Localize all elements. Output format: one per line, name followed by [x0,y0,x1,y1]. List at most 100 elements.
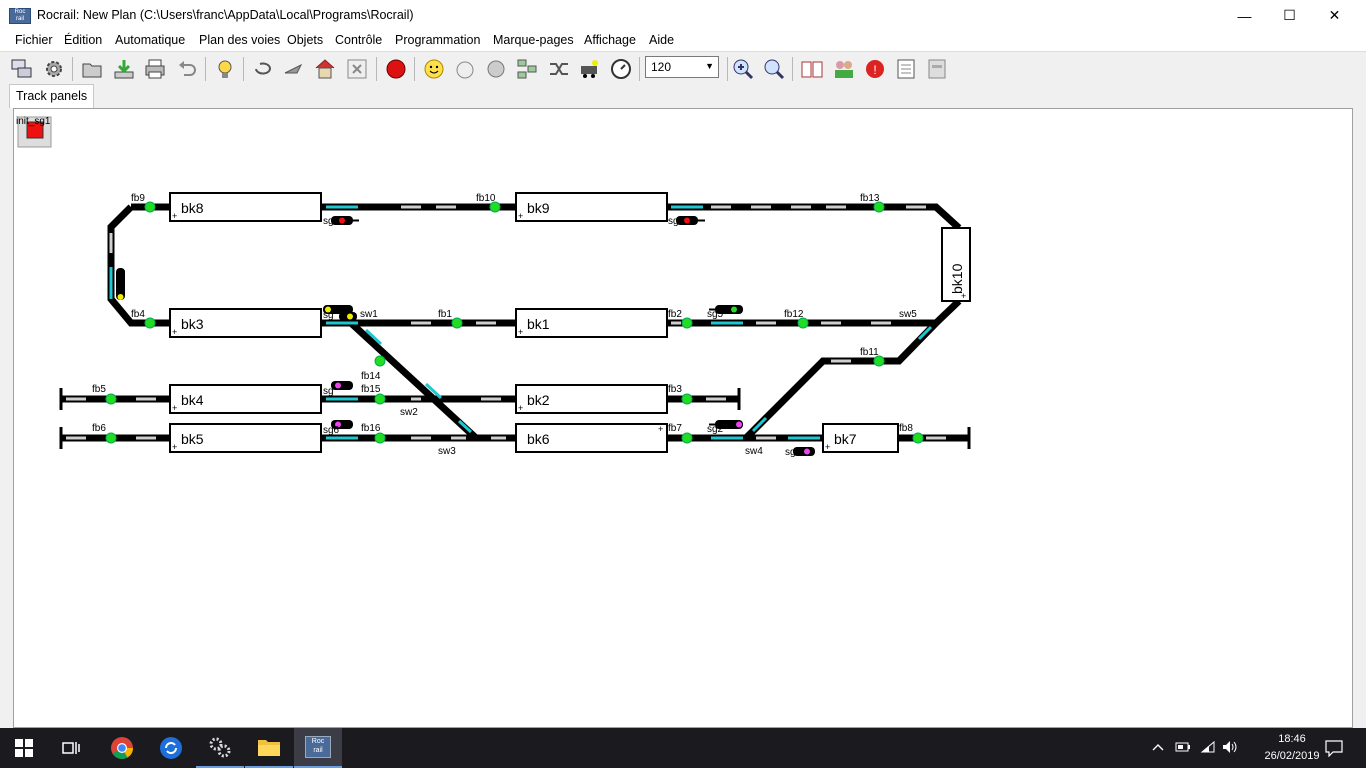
clock-date[interactable]: 26/02/2019 [1262,750,1322,762]
undo-icon[interactable] [175,57,199,81]
block-bk9[interactable]: bk9 + [515,192,668,222]
shuffle-icon[interactable] [547,57,571,81]
menu-fichier[interactable]: Fichier [15,33,53,47]
settings-icon[interactable] [42,57,66,81]
sync-icon[interactable] [147,728,195,768]
svg-text:fb2: fb2 [668,309,682,320]
sensor-fb15[interactable] [374,393,386,405]
maximize-button[interactable]: ☐ [1267,0,1312,31]
block-bk8[interactable]: bk8 + [169,192,322,222]
zoom-select[interactable]: 120 ▼ [645,56,719,78]
signal-1[interactable] [331,216,359,225]
chevron-up-icon[interactable] [1152,742,1164,752]
minimize-button[interactable]: — [1222,0,1267,31]
sensor-fb14[interactable] [374,355,386,367]
svg-text:fb13: fb13 [860,193,880,204]
gears-icon[interactable] [196,728,244,768]
window-title: Rocrail: New Plan (C:\Users\franc\AppDat… [37,8,414,22]
battery-icon[interactable] [1175,741,1191,753]
tab-track-panels[interactable]: Track panels [9,84,95,108]
signal-2[interactable] [676,216,705,225]
cancel-icon[interactable] [345,57,369,81]
chrome-icon[interactable] [98,728,146,768]
block-bk6[interactable]: bk6 + [515,423,668,453]
sensor-fb5[interactable] [105,393,117,405]
loop-icon[interactable] [251,57,275,81]
volume-icon[interactable] [1222,740,1240,754]
download-icon[interactable] [112,57,136,81]
block-bk3[interactable]: bk3 + [169,308,322,338]
smiley-icon[interactable] [422,57,446,81]
svg-text:+: + [961,291,966,301]
menu-objets[interactable]: Objets [287,33,323,47]
block-bk10[interactable]: bk10+ [941,227,971,302]
sensor-fb1[interactable] [451,317,463,329]
menu-aide[interactable]: Aide [649,33,674,47]
plane-icon[interactable] [282,57,306,81]
sensor-fb9[interactable] [144,201,156,213]
lightbulb-icon[interactable] [213,57,237,81]
menu-programmation[interactable]: Programmation [395,33,480,47]
menu-affichage[interactable]: Affichage [584,33,636,47]
signal-4[interactable] [339,312,357,321]
house-icon[interactable] [313,57,337,81]
sensor-fb2[interactable] [681,317,693,329]
close-button[interactable]: ✕ [1312,0,1357,31]
sensor-fb3[interactable] [681,393,693,405]
gauge-icon[interactable] [609,57,633,81]
windows-start-icon[interactable] [0,728,48,768]
clock-time[interactable]: 18:46 [1262,733,1322,745]
block-bk7[interactable]: bk7 + [822,423,899,453]
block-bk1[interactable]: bk1 + [515,308,668,338]
svg-text:bk5: bk5 [181,431,204,447]
svg-text:+: + [518,403,523,413]
zoom-in-icon[interactable] [731,57,755,81]
alert-icon[interactable]: ! [863,57,887,81]
task-view-icon[interactable] [48,728,96,768]
menu-automatique[interactable]: Automatique [115,33,185,47]
emergency-stop-icon[interactable] [384,57,408,81]
notification-icon[interactable] [1325,739,1343,757]
svg-text:+: + [172,211,177,221]
clock-icon[interactable] [453,57,477,81]
title-bar: Roc rail Rocrail: New Plan (C:\Users\fran… [0,0,1366,31]
menu-edition[interactable]: Édition [64,33,102,47]
block-bk2[interactable]: bk2 + [515,384,668,414]
svg-text:fb4: fb4 [131,309,145,320]
notepad-icon[interactable] [894,57,918,81]
sensor-fb16[interactable] [374,432,386,444]
svg-text:sw3: sw3 [438,446,456,457]
menu-controle[interactable]: Contrôle [335,33,382,47]
block-bk4[interactable]: bk4 + [169,384,322,414]
users-icon[interactable] [832,57,856,81]
rocrail-app-icon[interactable]: Roc rail [9,8,31,24]
sensor-fb8[interactable] [912,432,924,444]
book-icon[interactable] [800,57,824,81]
block-bk5[interactable]: bk5 + [169,423,322,453]
open-icon[interactable] [80,57,104,81]
svg-text:+: + [518,211,523,221]
menu-marque-pages[interactable]: Marque-pages [493,33,574,47]
svg-text:sg: sg [323,216,334,227]
print-icon[interactable] [143,57,167,81]
rocrail-icon[interactable]: Roc rail [294,728,342,768]
locomotive-icon[interactable] [578,57,602,81]
sensor-fb7[interactable] [681,432,693,444]
sensor-fb6[interactable] [105,432,117,444]
archive-icon[interactable] [925,57,949,81]
track-panel[interactable]: init_sg1 bk8 + bk9 + bk10 + bk3 + bk1 + … [13,108,1353,728]
signal-9[interactable] [793,447,815,456]
svg-text:bk7: bk7 [834,431,857,447]
sensor-fb4[interactable] [144,317,156,329]
cloud-icon[interactable] [484,57,508,81]
svg-text:fb12: fb12 [784,309,804,320]
wifi-icon[interactable] [1200,740,1216,754]
menu-plan-des-voies[interactable]: Plan des voies [199,33,280,47]
tab-bar: Track panels [0,84,1366,108]
file-explorer-icon[interactable] [245,728,293,768]
grid-icon[interactable] [515,57,539,81]
connect-icon[interactable] [10,57,34,81]
zoom-out-icon[interactable] [762,57,786,81]
svg-text:sg: sg [785,447,796,458]
signal-6[interactable] [331,381,353,390]
